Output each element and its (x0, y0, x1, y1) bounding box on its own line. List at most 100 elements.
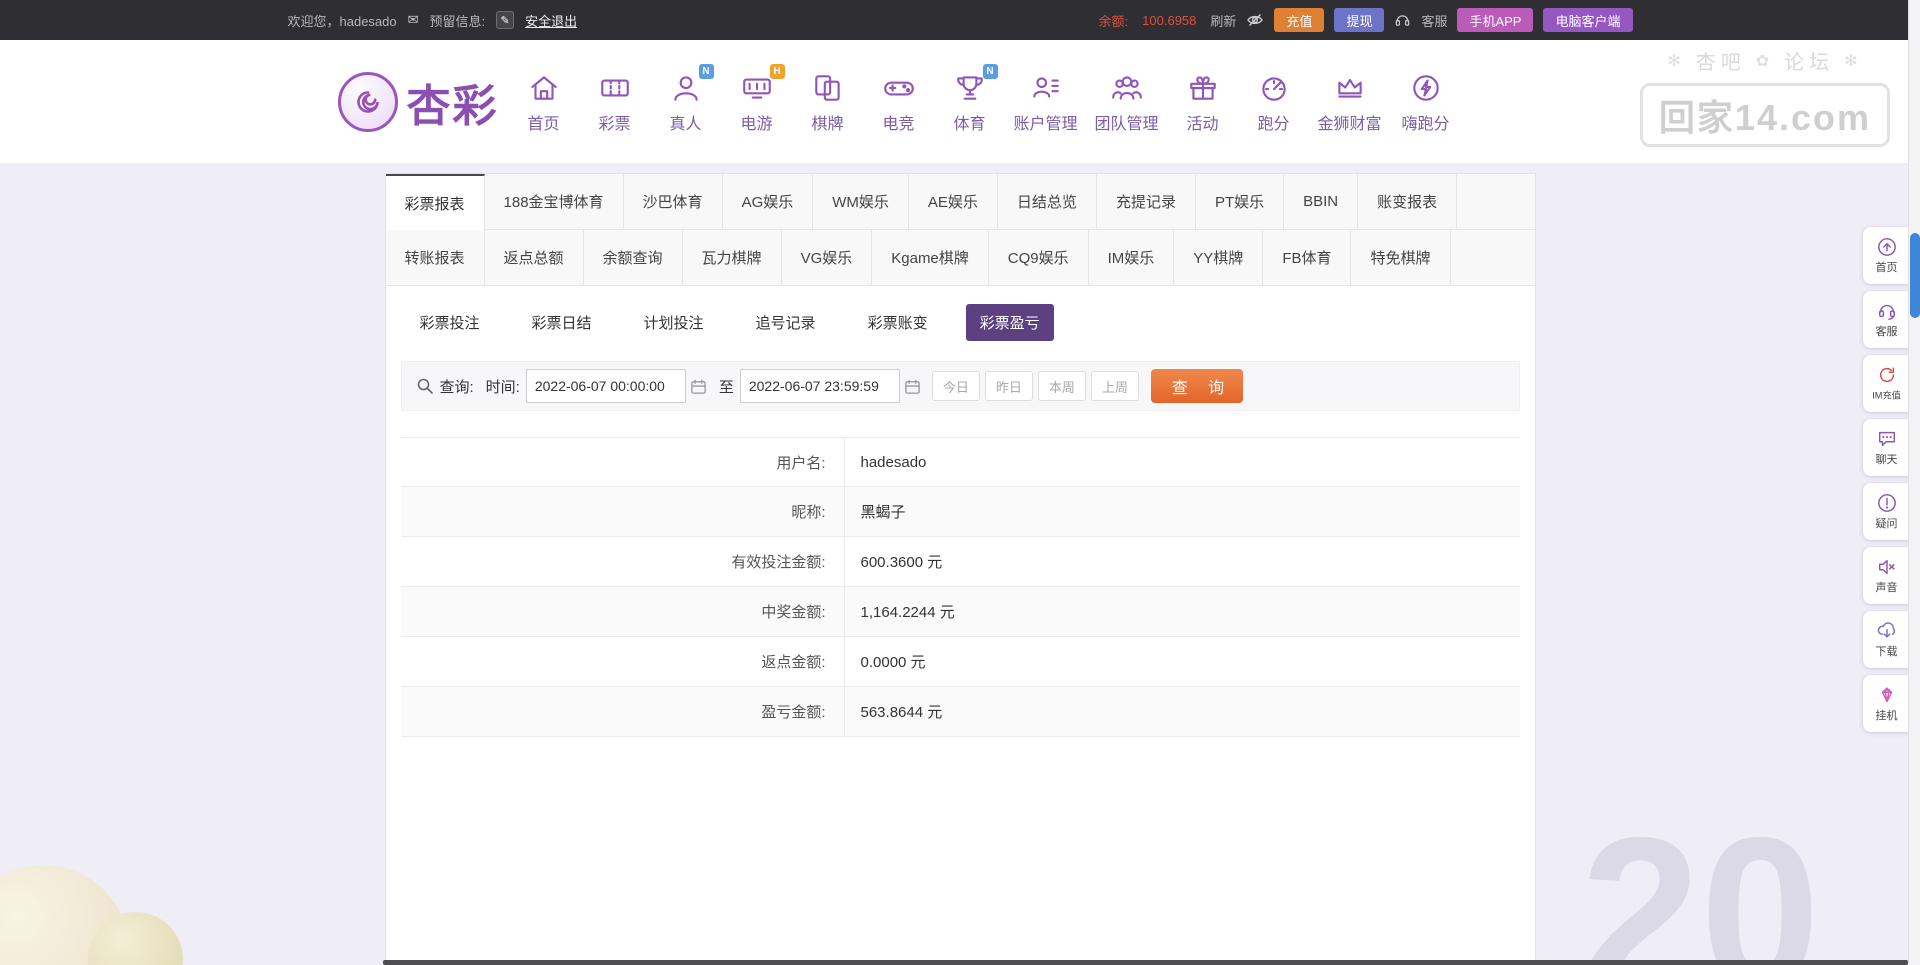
balance-label: 余额: (1098, 13, 1129, 29)
table-row: 返点金额: 0.0000 元 (400, 637, 1520, 687)
search-bar: 查询: 时间: 至 今日 昨日 本周 上周 查 询 (400, 361, 1520, 411)
subtab-lottery-changes[interactable]: 彩票账变 (854, 304, 942, 341)
site-watermark: ✻ 杏吧 ✿ 论坛 ✻ 回家14.com (1639, 46, 1890, 147)
logo-text: 杏彩 (406, 81, 499, 131)
last-week-button[interactable]: 上周 (1090, 371, 1139, 401)
service-link[interactable]: 客服 (1421, 11, 1447, 30)
tab-saba-sports[interactable]: 沙巴体育 (624, 174, 723, 229)
team-icon (1110, 69, 1144, 107)
row-label: 盈亏金额: (401, 687, 845, 736)
yesterday-button[interactable]: 昨日 (984, 371, 1033, 401)
chat-icon (1878, 431, 1895, 446)
site-header: 杏彩 首页 彩票 N 真人 H 电游 棋牌 电竞 N 体育 账户管理 团队管理 … (0, 40, 1920, 163)
tab-rebate-total[interactable]: 返点总额 (485, 230, 584, 285)
badge-h: H (769, 64, 785, 79)
tab-temian-chess[interactable]: 特免棋牌 (1351, 230, 1451, 285)
vertical-scrollbar-thumb[interactable] (1910, 233, 1920, 318)
tab-wali-chess[interactable]: 瓦力棋牌 (683, 230, 782, 285)
headset-icon[interactable] (1394, 12, 1411, 29)
tab-deposit-withdraw[interactable]: 充提记录 (1097, 174, 1196, 229)
logout-link[interactable]: 安全退出 (525, 11, 577, 30)
tab-balance-query[interactable]: 余额查询 (584, 230, 683, 285)
row-value: 600.3600 元 (860, 554, 943, 571)
tab-im[interactable]: IM娱乐 (1089, 230, 1175, 285)
nav-item-lottery[interactable]: 彩票 (588, 69, 642, 134)
withdraw-button[interactable]: 提现 (1334, 8, 1385, 32)
sidebar-item-idle[interactable]: 挂机 (1863, 675, 1910, 732)
tab-daily-summary[interactable]: 日结总览 (998, 174, 1097, 229)
refresh-link[interactable]: 刷新 (1210, 11, 1236, 30)
nav-item-egames[interactable]: H 电游 (730, 64, 785, 134)
row-label: 中奖金额: (401, 587, 845, 636)
calendar-icon[interactable] (690, 378, 707, 395)
calendar-icon[interactable] (904, 378, 921, 395)
tab-ag[interactable]: AG娱乐 (723, 174, 814, 229)
tab-yy-chess[interactable]: YY棋牌 (1174, 230, 1264, 285)
flower-icon: ✿ (1755, 52, 1775, 70)
recharge-button[interactable]: 充值 (1274, 8, 1325, 32)
sidebar-item-home[interactable]: 首页 (1863, 227, 1910, 284)
nav-item-paofen[interactable]: 跑分 (1247, 69, 1301, 134)
tab-cq9[interactable]: CQ9娱乐 (989, 230, 1089, 285)
end-time-input[interactable] (739, 369, 900, 403)
idle-icon (1881, 686, 1892, 702)
tab-lottery-report[interactable]: 彩票报表 (385, 174, 485, 231)
question-icon (1877, 493, 1896, 512)
main-area: 20 彩票报表 188金宝博体育 沙巴体育 AG娱乐 WM娱乐 AE娱乐 日结总… (0, 173, 1920, 965)
today-button[interactable]: 今日 (931, 371, 980, 401)
subtab-lottery-daily[interactable]: 彩票日结 (518, 304, 606, 341)
nav-item-activity[interactable]: 活动 (1176, 69, 1230, 134)
tab-ae[interactable]: AE娱乐 (909, 174, 998, 229)
mobile-app-button[interactable]: 手机APP (1457, 8, 1534, 32)
flourish-icon: ✻ (1667, 52, 1686, 70)
subtab-lottery-profit[interactable]: 彩票盈亏 (965, 304, 1054, 341)
start-time-input[interactable] (525, 369, 686, 403)
lion-icon (1333, 69, 1367, 107)
subtab-lottery-bets[interactable]: 彩票投注 (406, 304, 494, 341)
nav-item-home[interactable]: 首页 (517, 69, 571, 134)
sidebar-item-service[interactable]: 客服 (1863, 291, 1910, 348)
sidebar-item-question[interactable]: 疑问 (1863, 483, 1910, 540)
eye-off-icon[interactable] (1246, 11, 1264, 29)
nav-item-sports[interactable]: N 体育 (943, 64, 998, 134)
lottery-subtabs: 彩票投注 彩票日结 计划投注 追号记录 彩票账变 彩票盈亏 (386, 286, 1535, 355)
tab-bbin[interactable]: BBIN (1284, 174, 1359, 229)
this-week-button[interactable]: 本周 (1037, 371, 1086, 401)
query-button[interactable]: 查 询 (1150, 369, 1243, 403)
tab-account-change[interactable]: 账变报表 (1358, 174, 1458, 229)
horizontal-scrollbar[interactable] (383, 960, 1908, 965)
tab-pt[interactable]: PT娱乐 (1196, 174, 1285, 229)
nav-item-live[interactable]: N 真人 (659, 64, 714, 134)
report-tabs-row2: 转账报表 返点总额 余额查询 瓦力棋牌 VG娱乐 Kgame棋牌 CQ9娱乐 I… (385, 230, 1535, 286)
edit-icon[interactable]: ✎ (496, 11, 515, 29)
subtab-plan-bets[interactable]: 计划投注 (630, 304, 718, 341)
nav-item-chess[interactable]: 棋牌 (801, 69, 855, 134)
tab-wm[interactable]: WM娱乐 (813, 174, 909, 229)
nav-item-team[interactable]: 团队管理 (1095, 69, 1159, 134)
table-row: 昵称: 黑蝎子 (400, 487, 1520, 537)
esports-icon (882, 69, 916, 107)
tab-transfer-report[interactable]: 转账报表 (386, 230, 485, 285)
tab-kgame[interactable]: Kgame棋牌 (872, 230, 989, 285)
sidebar-item-im-recharge[interactable]: IM充值 (1863, 355, 1910, 412)
pc-client-button[interactable]: 电脑客户端 (1543, 8, 1633, 32)
tab-vg[interactable]: VG娱乐 (782, 230, 873, 285)
site-logo[interactable]: 杏彩 (337, 70, 499, 134)
envelope-icon[interactable]: ✉ (408, 12, 419, 28)
sidebar-item-download[interactable]: 下载 (1863, 611, 1910, 668)
sidebar-item-chat[interactable]: 聊天 (1863, 419, 1910, 476)
nav-item-esports[interactable]: 电竞 (872, 69, 926, 134)
subtab-chase-records[interactable]: 追号记录 (742, 304, 830, 341)
row-label: 用户名: (401, 438, 845, 486)
tab-188-sports[interactable]: 188金宝博体育 (485, 174, 624, 229)
nav-item-hipaofen[interactable]: 嗨跑分 (1399, 69, 1453, 134)
headset-icon (1878, 304, 1895, 320)
nav-item-lion[interactable]: 金狮财富 (1318, 69, 1382, 134)
vertical-scrollbar[interactable] (1908, 0, 1920, 965)
nav-item-account[interactable]: 账户管理 (1014, 69, 1078, 134)
sidebar-item-sound[interactable]: 声音 (1863, 547, 1910, 604)
row-label: 有效投注金额: (401, 537, 845, 586)
table-row: 用户名: hadesado (400, 437, 1520, 487)
row-value: 0.0000 元 (860, 654, 926, 671)
tab-fb-sports[interactable]: FB体育 (1263, 230, 1352, 285)
